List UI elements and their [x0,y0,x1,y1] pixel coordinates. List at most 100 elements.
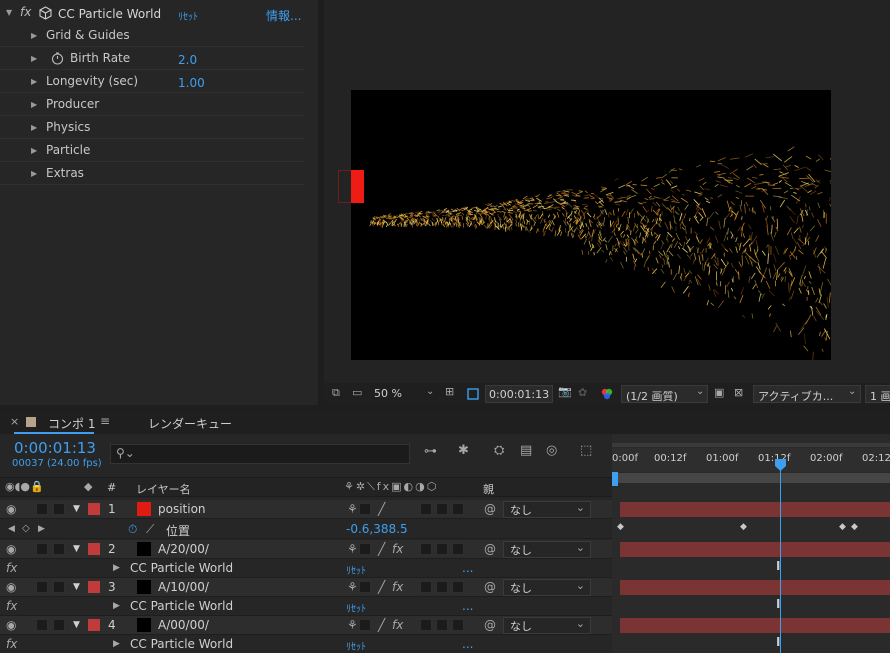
longevity-value[interactable]: 1.00 [178,76,205,90]
more-link[interactable]: ... [462,561,473,575]
parent-dropdown[interactable]: なし ⌄ [503,541,591,558]
more-link[interactable]: ... [462,637,473,651]
resolution-dropdown[interactable]: (1/2 画質) ⌄ [621,385,708,403]
property-row-grid-guides[interactable]: ▶ Grid & Guides [0,24,305,47]
playhead-icon[interactable] [774,458,787,472]
visibility-eye-icon[interactable]: ◉ [6,580,16,594]
time-navigator[interactable] [612,473,890,483]
camera-icon[interactable]: 📷 [558,385,572,398]
work-area-bar[interactable] [612,443,890,447]
solo-switch[interactable] [36,619,48,631]
property-row-longevity[interactable]: ▶ Longevity (sec) 1.00 [0,70,305,93]
effect-reset-link[interactable]: ﾘｾｯﾄ [178,8,198,23]
time-ruler[interactable]: 0:00f 00:12f 01:00f 01:12f 02:00f 02:12 [612,448,890,472]
switch-box[interactable] [452,581,464,593]
shy-switch-icon[interactable]: ⚘ [347,580,358,594]
eye-column-icon[interactable]: ◉◖●🔒 [5,480,44,493]
parent-dropdown[interactable]: なし ⌄ [503,617,591,634]
column-layer-name[interactable]: レイヤー名 [136,481,191,497]
effect-row[interactable]: fx ▶ CC Particle World ﾘｾｯﾄ ... [0,597,612,616]
shy-switch-icon[interactable]: ⚘ [347,502,358,516]
draft-3d-icon[interactable]: ✱ [458,443,469,458]
parent-pickwhip-icon[interactable]: @ [484,502,496,516]
fast-preview-icon[interactable]: ▣ [714,386,724,399]
always-preview-icon[interactable]: ⧉ [332,386,340,400]
expand-triangle-icon[interactable]: ▶ [31,123,37,132]
switch-box[interactable] [359,503,371,515]
property-row-physics[interactable]: ▶ Physics [0,116,305,139]
layer-duration-bar-4[interactable] [620,618,890,633]
layer-name[interactable]: position [158,502,206,516]
frame-blending-icon[interactable]: ▤ [520,443,532,458]
color-picker-icon[interactable]: ✿ [578,386,587,399]
property-row-birth-rate[interactable]: ▶ Birth Rate 2.0 [0,47,305,70]
keyframe-icon[interactable]: ◆ [839,522,846,532]
effect-header[interactable]: ▼ fx CC Particle World ﾘｾｯﾄ 情報... [0,2,318,24]
switch-box[interactable] [436,619,448,631]
switch-box[interactable] [452,619,464,631]
shy-switch-icon[interactable]: ⚘ [347,542,358,556]
switch-box[interactable] [420,543,432,555]
layer-duration-bar-2[interactable] [620,542,890,557]
reset-link[interactable]: ﾘｾｯﾄ [346,600,366,615]
switch-box[interactable] [420,503,432,515]
label-color[interactable] [88,503,100,515]
viewer-timecode[interactable]: 0:00:01:13 [485,385,553,403]
fx-icon[interactable]: fx [6,599,17,613]
position-layer-bounds[interactable] [338,170,352,203]
collapse-triangle-icon[interactable]: ▼ [73,582,80,592]
zoom-dropdown[interactable]: 50 % [374,387,402,400]
layer-name[interactable]: A/20/00/ [158,542,209,556]
layer-name[interactable]: A/10/00/ [158,580,209,594]
views-dropdown[interactable]: 1 画 [865,385,890,403]
parent-pickwhip-icon[interactable]: @ [484,618,496,632]
fx-switch-icon[interactable]: fx [392,580,403,594]
close-icon[interactable]: × [10,415,19,428]
quality-slash-icon[interactable]: ╱ [378,502,385,516]
visibility-eye-icon[interactable]: ◉ [6,542,16,556]
switch-box[interactable] [436,581,448,593]
parent-pickwhip-icon[interactable]: @ [484,580,496,594]
current-time[interactable]: 0:00:01:13 [14,439,96,457]
collapse-triangle-icon[interactable]: ▼ [6,8,12,17]
toggle-transparency-icon[interactable]: ⊠ [734,386,743,399]
layer-duration-bar-1[interactable] [620,502,890,517]
camera-dropdown[interactable]: アクティブカ... ⌄ [753,385,861,403]
label-color[interactable] [88,619,100,631]
expand-triangle-icon[interactable]: ▶ [31,100,37,109]
prev-keyframe-icon[interactable]: ◀ [8,524,15,534]
position-value[interactable]: -0.6,388.5 [346,522,408,536]
quality-slash-icon[interactable]: ╱ [378,542,385,556]
label-color[interactable] [88,581,100,593]
shy-layers-icon[interactable]: ⛭ [494,443,504,458]
switch-box[interactable] [436,503,448,515]
motion-blur-icon[interactable]: ◎ [546,443,557,458]
layer-row-1[interactable]: ◉ ▼ 1 position ⚘ ╱ @ なし ⌄ [0,500,612,519]
effect-row[interactable]: fx ▶ CC Particle World ﾘｾｯﾄ ... [0,559,612,578]
switch-box[interactable] [452,543,464,555]
layer-row-2[interactable]: ◉ ▼ 2 A/20/00/ ⚘ ╱ fx @ なし ⌄ [0,540,612,559]
shy-switch-icon[interactable]: ⚘ [347,618,358,632]
expand-triangle-icon[interactable]: ▶ [31,169,37,178]
lock-switch[interactable] [53,581,65,593]
region-of-interest-icon[interactable]: ⊞ [445,385,454,398]
keyframe-icon[interactable]: ◆ [617,522,624,532]
lock-switch[interactable] [53,543,65,555]
effect-about-link[interactable]: 情報... [266,7,301,24]
fx-switch-icon[interactable]: fx [392,618,403,632]
collapse-triangle-icon[interactable]: ▼ [73,504,80,514]
parent-dropdown[interactable]: なし ⌄ [503,579,591,596]
switch-box[interactable] [359,619,371,631]
keyframe-icon[interactable]: ◆ [740,522,747,532]
add-keyframe-icon[interactable]: ◇ [22,523,30,534]
lock-switch[interactable] [53,503,65,515]
switch-box[interactable] [452,503,464,515]
collapse-triangle-icon[interactable]: ▼ [73,620,80,630]
layer-duration-bar-3[interactable] [620,580,890,595]
composition-canvas[interactable] [351,90,831,360]
expand-triangle-icon[interactable]: ▶ [31,77,37,86]
layer-row-4[interactable]: ◉ ▼ 4 A/00/00/ ⚘ ╱ fx @ なし ⌄ [0,616,612,635]
switch-box[interactable] [420,581,432,593]
quality-slash-icon[interactable]: ╱ [378,618,385,632]
switch-box[interactable] [359,581,371,593]
